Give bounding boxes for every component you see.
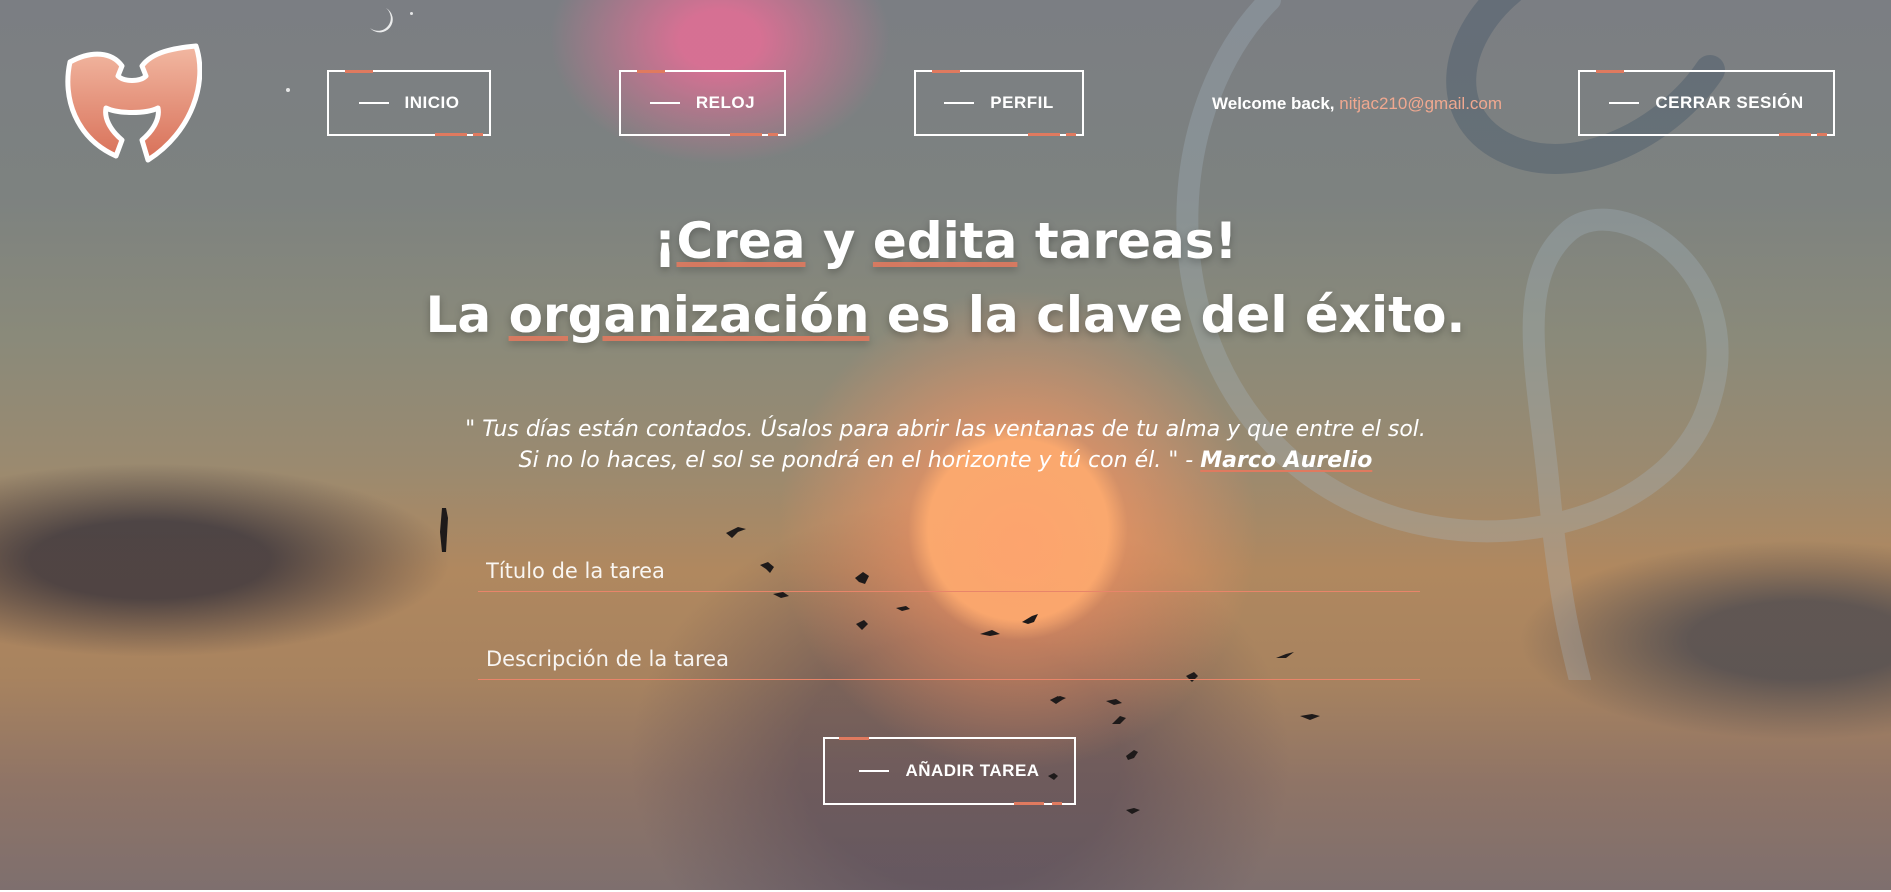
accent-bar bbox=[1052, 802, 1062, 805]
welcome-message: Welcome back, nitjac210@gmail.com bbox=[1212, 94, 1502, 114]
headline-text: y bbox=[805, 212, 873, 270]
nav-reloj-label: RELOJ bbox=[695, 93, 756, 112]
dash-icon bbox=[358, 102, 389, 104]
nav-reloj-button[interactable]: RELOJ bbox=[619, 70, 786, 136]
headline-word-organizacion: organización bbox=[508, 286, 870, 344]
accent-bar bbox=[768, 133, 778, 136]
quote-author-link[interactable]: Marco Aurelio bbox=[1200, 448, 1372, 473]
nav-perfil-button[interactable]: PERFIL bbox=[914, 70, 1084, 136]
accent-bar bbox=[932, 70, 960, 73]
accent-bar bbox=[730, 133, 762, 136]
headline-text: tareas! bbox=[1017, 212, 1238, 270]
task-title-input[interactable] bbox=[478, 552, 1420, 590]
headline-line-2: La organización es la clave del éxito. bbox=[0, 286, 1891, 344]
accent-bar bbox=[1817, 133, 1827, 136]
nav-perfil-label: PERFIL bbox=[990, 93, 1054, 112]
nav-inicio-button[interactable]: INICIO bbox=[327, 70, 491, 136]
dash-icon bbox=[859, 770, 890, 772]
quote: " Tus días están contados. Úsalos para a… bbox=[0, 414, 1891, 476]
add-task-label: AÑADIR TAREA bbox=[905, 761, 1040, 780]
task-description-input[interactable] bbox=[478, 640, 1420, 678]
logout-label: CERRAR SESIÓN bbox=[1655, 93, 1804, 112]
headline-word-crea: Crea bbox=[676, 212, 806, 270]
accent-bar bbox=[637, 70, 665, 73]
accent-bar bbox=[435, 133, 467, 136]
quote-line-2: Si no lo haces, el sol se pondrá en el h… bbox=[0, 445, 1891, 476]
add-task-button[interactable]: AÑADIR TAREA bbox=[823, 737, 1076, 805]
moon-icon bbox=[370, 8, 393, 33]
headline-text: ¡ bbox=[653, 212, 677, 270]
accent-bar bbox=[1028, 133, 1060, 136]
task-description-field bbox=[478, 640, 1420, 680]
star bbox=[286, 88, 290, 92]
star bbox=[410, 12, 413, 15]
accent-bar bbox=[1596, 70, 1624, 73]
accent-bar bbox=[839, 737, 869, 740]
welcome-text: Welcome back, bbox=[1212, 94, 1335, 113]
accent-bar bbox=[1066, 133, 1076, 136]
dash-icon bbox=[1609, 102, 1640, 104]
quote-line-1: " Tus días están contados. Úsalos para a… bbox=[465, 417, 1426, 442]
wu-tang-logo-icon[interactable] bbox=[62, 42, 202, 168]
task-title-field bbox=[478, 552, 1420, 592]
accent-bar bbox=[473, 133, 483, 136]
dash-icon bbox=[944, 102, 975, 104]
dash-icon bbox=[649, 102, 680, 104]
logout-button[interactable]: CERRAR SESIÓN bbox=[1578, 70, 1835, 136]
user-email: nitjac210@gmail.com bbox=[1339, 94, 1503, 113]
quote-text: Si no lo haces, el sol se pondrá en el h… bbox=[518, 448, 1201, 473]
headline-text: La bbox=[425, 286, 509, 344]
sun bbox=[915, 460, 1125, 630]
accent-bar bbox=[1779, 133, 1811, 136]
headline-word-edita: edita bbox=[872, 212, 1018, 270]
nav-inicio-label: INICIO bbox=[404, 93, 460, 112]
accent-bar bbox=[1014, 802, 1044, 805]
accent-bar bbox=[345, 70, 373, 73]
headline-line-1: ¡Crea y edita tareas! bbox=[0, 212, 1891, 270]
headline-text: es la clave del éxito. bbox=[869, 286, 1466, 344]
